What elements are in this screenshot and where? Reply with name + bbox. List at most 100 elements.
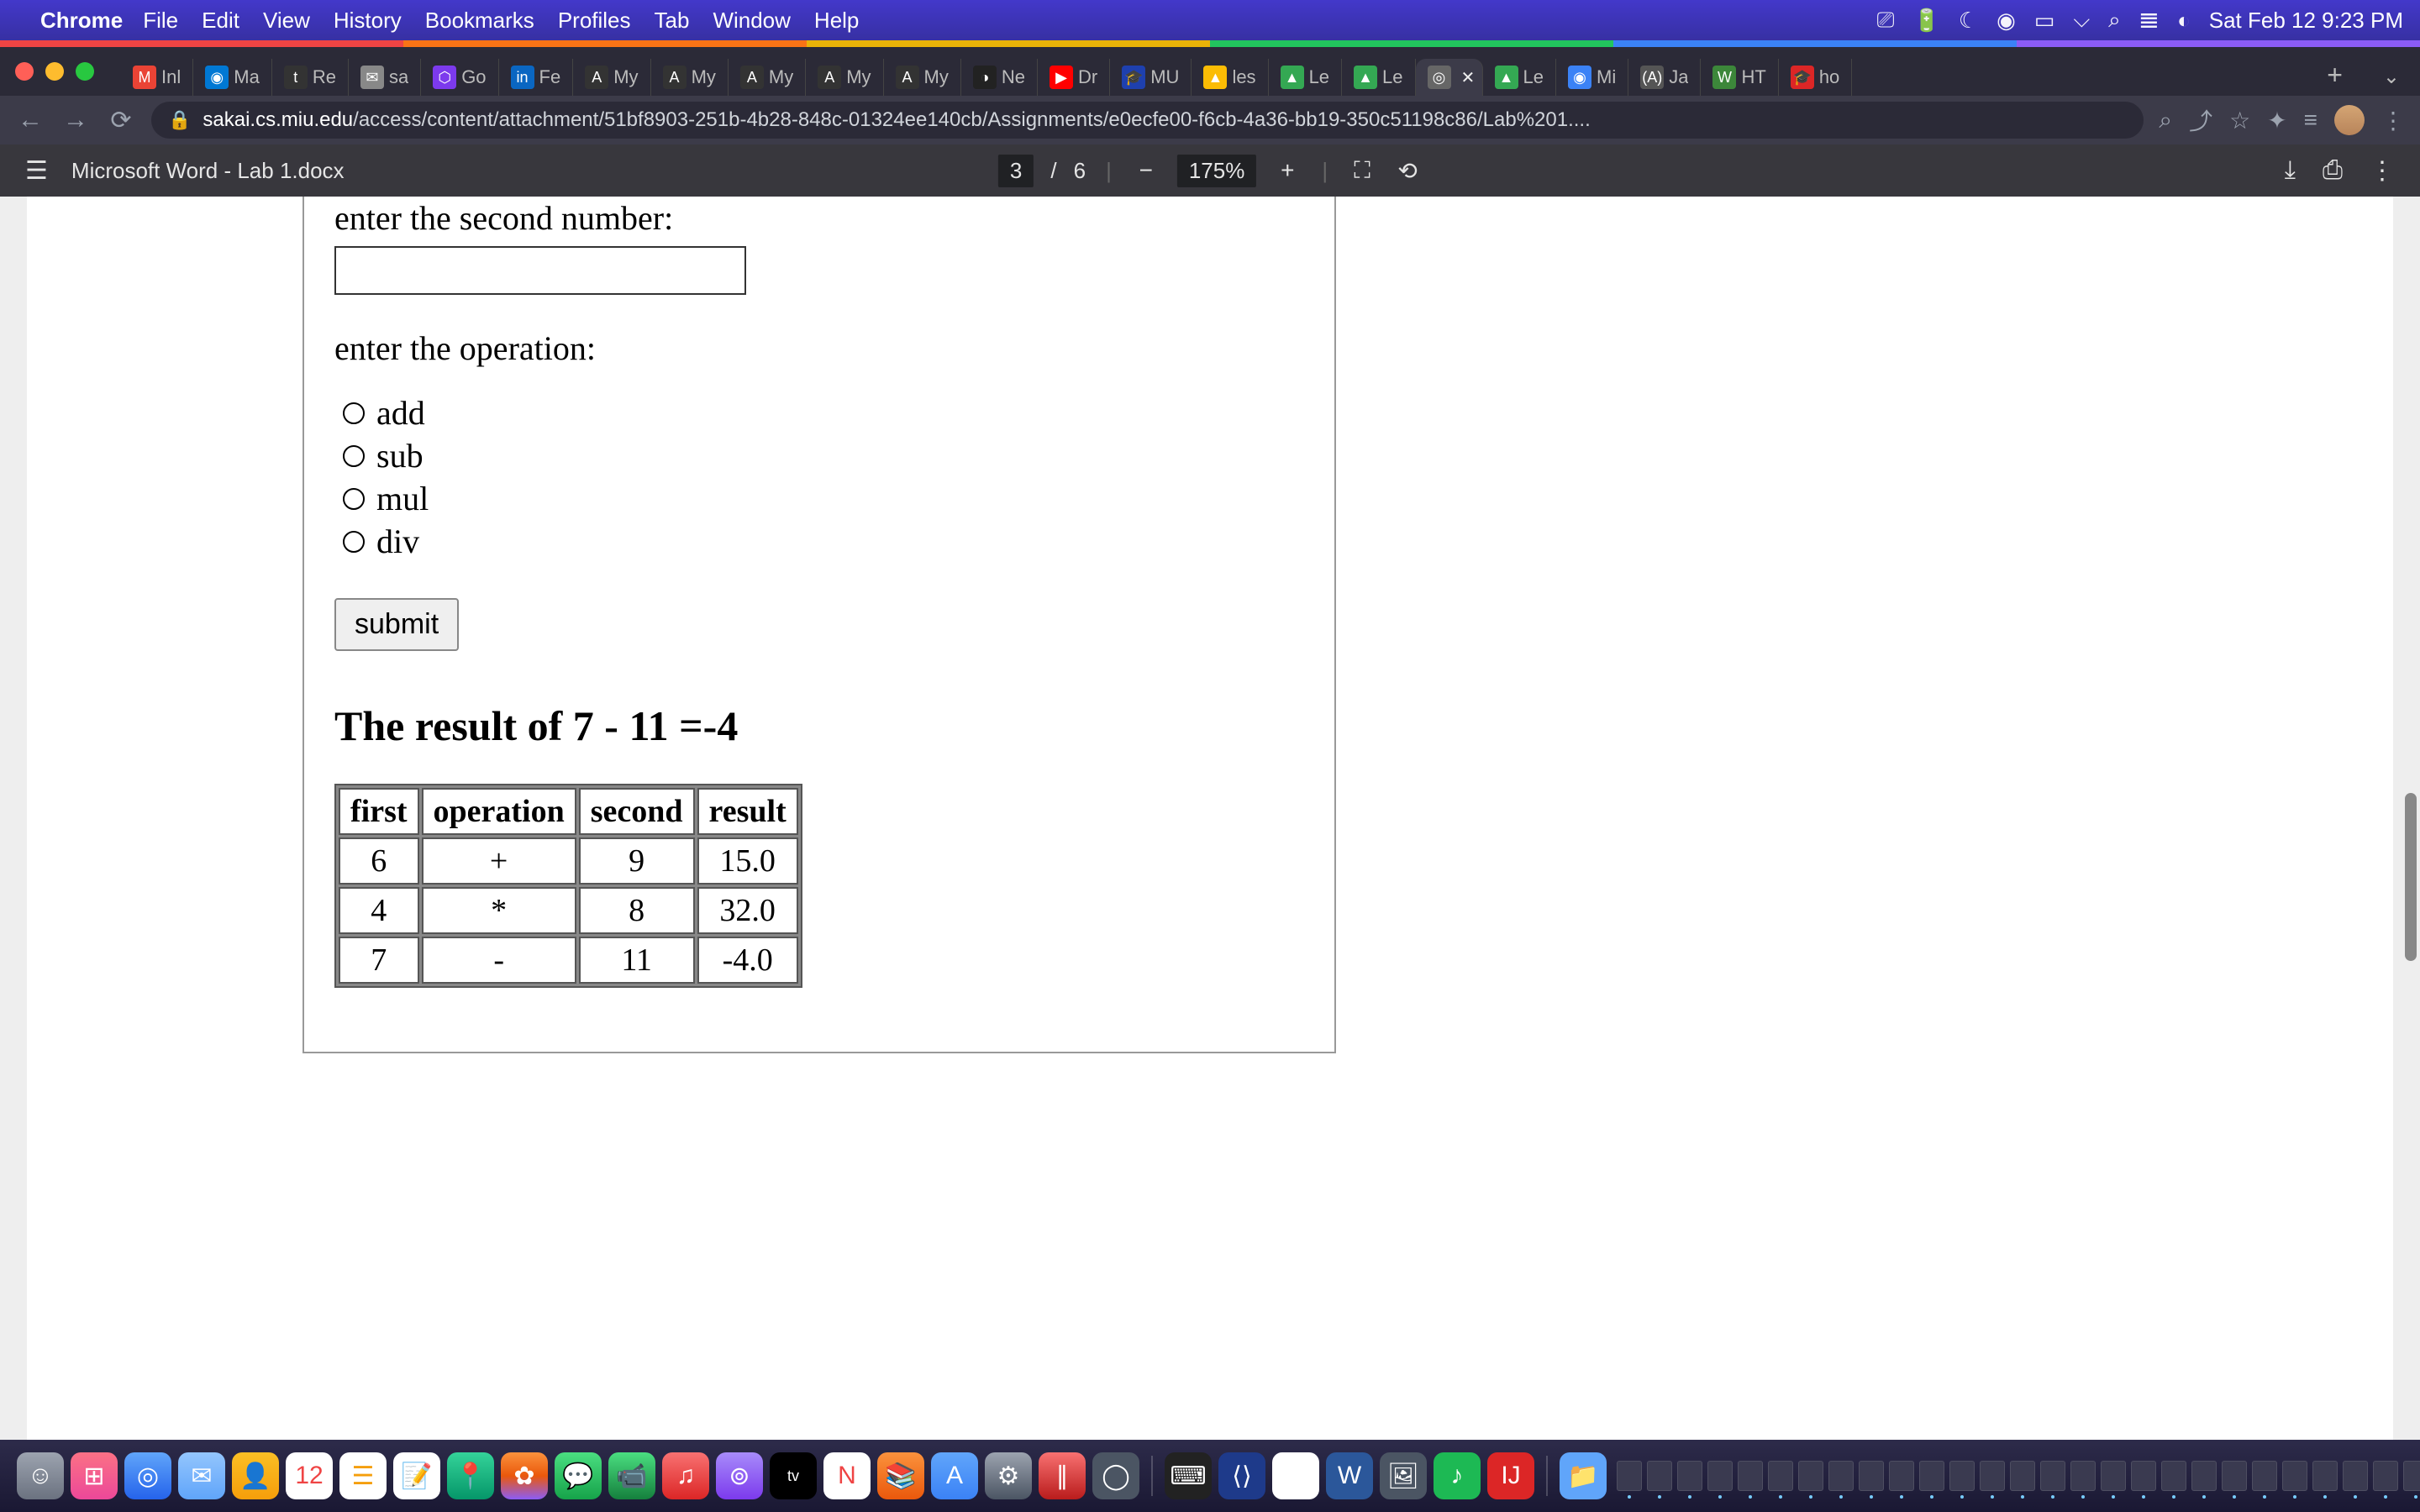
tab-close-icon[interactable]: ✕ [1461,67,1476,88]
pdf-more-icon[interactable]: ⋮ [2370,156,2395,186]
rotate-icon[interactable]: ⟲ [1393,157,1422,185]
minimized-window[interactable] [2010,1461,2035,1491]
browser-tab[interactable]: AMy [573,59,650,96]
do-not-disturb-icon[interactable]: ☾ [1959,8,1978,34]
menubar-datetime[interactable]: Sat Feb 12 9:23 PM [2209,8,2403,34]
minimized-window[interactable] [2131,1461,2156,1491]
minimized-window[interactable] [2312,1461,2338,1491]
eclipse-icon[interactable]: ◯ [1092,1452,1139,1499]
browser-tab[interactable]: tRe [272,59,349,96]
preview-icon[interactable]: 🖼 [1380,1452,1427,1499]
minimized-window[interactable] [2403,1461,2420,1491]
menu-edit[interactable]: Edit [202,8,239,34]
minimized-window[interactable] [1768,1461,1793,1491]
browser-tab[interactable]: ▲Le [1342,59,1415,96]
appstore-icon[interactable]: A [931,1452,978,1499]
music-icon[interactable]: ♫ [662,1452,709,1499]
menu-bookmarks[interactable]: Bookmarks [425,8,534,34]
window-close-button[interactable] [15,62,34,81]
siri-icon[interactable]: ◐ [2177,8,2191,34]
minimized-window[interactable] [1738,1461,1763,1491]
minimized-window[interactable] [1919,1461,1944,1491]
minimized-window[interactable] [1859,1461,1884,1491]
appletv-icon[interactable]: tv [770,1452,817,1499]
browser-tab[interactable]: AMy [884,59,961,96]
minimized-window[interactable] [1677,1461,1702,1491]
browser-tab[interactable]: ▲Le [1269,59,1342,96]
finder-icon[interactable]: ☺ [17,1452,64,1499]
back-button[interactable]: ← [15,106,45,134]
settings-icon[interactable]: ⚙ [985,1452,1032,1499]
zoom-level[interactable]: 175% [1177,155,1257,187]
browser-tab[interactable]: ◎✕ [1416,59,1483,96]
books-icon[interactable]: 📚 [877,1452,924,1499]
scrollbar-thumb[interactable] [2405,793,2417,961]
minimized-window[interactable] [2161,1461,2186,1491]
chrome-menu-icon[interactable]: ⋮ [2381,107,2405,134]
browser-tab[interactable]: 🎓MU [1110,59,1192,96]
menu-view[interactable]: View [263,8,310,34]
vscode-icon[interactable]: ⟨⟩ [1218,1452,1265,1499]
active-app-name[interactable]: Chrome [40,8,123,34]
profile-avatar[interactable] [2334,105,2365,135]
page-number-input[interactable]: 3 [998,155,1034,187]
wifi-icon[interactable]: ⌵ [2073,7,2090,34]
minimized-window[interactable] [1889,1461,1914,1491]
notes-icon[interactable]: 📝 [393,1452,440,1499]
minimized-window[interactable] [2282,1461,2307,1491]
spotify-icon[interactable]: ♪ [1434,1452,1481,1499]
browser-tab[interactable]: MInl [121,59,193,96]
browser-tab[interactable]: ◉Mi [1556,59,1628,96]
minimized-window[interactable] [1647,1461,1672,1491]
bookmark-star-icon[interactable]: ☆ [2229,107,2250,134]
download-icon[interactable]: ⤓ [2285,156,2296,186]
browser-tab[interactable]: inFe [499,59,574,96]
menu-history[interactable]: History [334,8,402,34]
minimized-window[interactable] [1617,1461,1642,1491]
browser-tab[interactable]: ▶Dr [1038,59,1110,96]
fit-page-icon[interactable]: ⛶ [1348,157,1376,185]
minimized-window[interactable] [2040,1461,2065,1491]
display-icon[interactable]: ▭ [2034,8,2055,34]
chrome-icon[interactable]: ◉ [1272,1452,1319,1499]
minimized-window[interactable] [2191,1461,2217,1491]
menu-file[interactable]: File [143,8,178,34]
minimized-window[interactable] [2222,1461,2247,1491]
share-icon[interactable]: ⤴ [2189,103,2212,137]
intellij-icon[interactable]: IJ [1487,1452,1534,1499]
tab-list-dropdown[interactable]: ⌄ [2363,65,2420,89]
browser-tab[interactable]: ✉sa [349,59,421,96]
extensions-icon[interactable]: ✦ [2267,107,2286,134]
parallels-icon[interactable]: ∥ [1039,1452,1086,1499]
reminders-icon[interactable]: ☰ [339,1452,387,1499]
browser-tab[interactable]: (A)Ja [1628,59,1701,96]
minimized-window[interactable] [1798,1461,1823,1491]
window-zoom-button[interactable] [76,62,94,81]
zoom-in-button[interactable]: + [1273,157,1302,184]
spotlight-icon[interactable]: ⌕ [2108,7,2121,34]
minimized-window[interactable] [2252,1461,2277,1491]
browser-tab[interactable]: 🎓ho [1779,59,1852,96]
calendar-icon[interactable]: 12 [286,1452,333,1499]
find-in-page-icon[interactable]: ⌕ [2159,107,2172,134]
forward-button[interactable]: → [60,106,91,134]
screen-mirror-icon[interactable]: ◉ [1996,8,2016,34]
terminal-icon[interactable]: ⌨ [1165,1452,1212,1499]
maps-icon[interactable]: 📍 [447,1452,494,1499]
minimized-window[interactable] [1828,1461,1854,1491]
browser-tab[interactable]: AMy [729,59,806,96]
minimized-window[interactable] [2101,1461,2126,1491]
mail-icon[interactable]: ✉ [178,1452,225,1499]
safari-icon[interactable]: ◎ [124,1452,171,1499]
minimized-window[interactable] [2343,1461,2368,1491]
menu-tab[interactable]: Tab [655,8,690,34]
minimized-window[interactable] [2070,1461,2096,1491]
control-center-icon[interactable]: 𝌆 [2139,8,2159,34]
screen-share-icon[interactable]: ⎚ [1877,7,1895,34]
reload-button[interactable]: ⟳ [106,106,136,135]
facetime-icon[interactable]: 📹 [608,1452,655,1499]
scrollbar[interactable] [2403,197,2417,1440]
menu-help[interactable]: Help [814,8,859,34]
messages-icon[interactable]: 💬 [555,1452,602,1499]
zoom-out-button[interactable]: − [1132,157,1160,184]
